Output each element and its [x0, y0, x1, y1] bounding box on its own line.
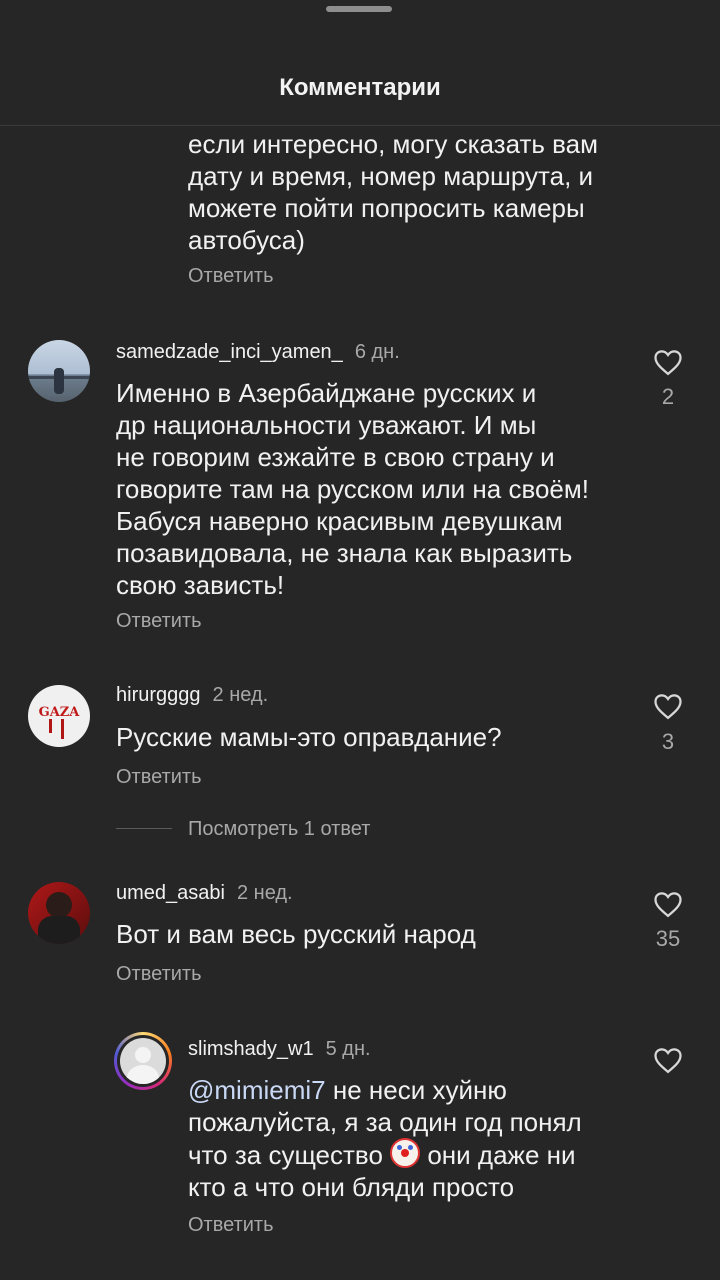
comment-header: samedzade_inci_yamen_ 6 дн. — [116, 341, 400, 364]
comment-header: hirurgggg 2 нед. — [116, 684, 268, 707]
comment-line: пожалуйста, я за один год понял — [188, 1107, 582, 1137]
avatar[interactable] — [28, 882, 90, 944]
username[interactable]: slimshady_w1 — [188, 1038, 314, 1060]
heart-outline-icon[interactable] — [653, 692, 683, 720]
comment-line: можете пойти попросить камеры — [188, 193, 585, 223]
comment-line: говорите там на русском или на своём! — [116, 474, 589, 504]
comment-line: если интересно, могу сказать вам — [188, 129, 599, 159]
reply-button[interactable]: Ответить — [188, 265, 274, 288]
timestamp: 2 нед. — [212, 684, 269, 706]
heart-outline-icon[interactable] — [653, 348, 683, 376]
comment-header: umed_asabi 2 нед. — [116, 882, 293, 905]
heart-outline-icon[interactable] — [653, 890, 683, 918]
reply-button[interactable]: Ответить — [116, 766, 202, 789]
like-count: 3 — [661, 729, 675, 754]
comment-text-fragment: что за существо — [188, 1140, 391, 1170]
avatar-head — [46, 892, 72, 918]
story-ring-avatar[interactable] — [114, 1032, 172, 1090]
comment-line: свою зависть! — [116, 570, 285, 600]
comment-line: не говорим езжайте в свою страну и — [116, 442, 555, 472]
clown-emoji-icon — [390, 1138, 421, 1168]
comment-text: @mimiemi7 не неси хуйню пожалуйста, я за… — [188, 1074, 582, 1203]
timestamp: 5 дн. — [325, 1038, 371, 1060]
username[interactable]: samedzade_inci_yamen_ — [116, 341, 343, 363]
comment-text: если интересно, могу сказать вам дату и … — [188, 128, 598, 256]
page-title: Комментарии — [279, 74, 441, 101]
comment-line: Бабуся наверно красивым девушкам — [116, 506, 563, 536]
comment-line: позавидовала, не знала как выразить — [116, 538, 573, 568]
reply-button[interactable]: Ответить — [188, 1214, 274, 1237]
comment-line: др национальности уважают. И мы — [116, 410, 537, 440]
comment-text: Именно в Азербайджане русских и др нацио… — [116, 377, 589, 601]
reply-button[interactable]: Ответить — [116, 963, 202, 986]
avatar[interactable] — [28, 340, 90, 402]
username[interactable]: hirurgggg — [116, 684, 201, 706]
heart-outline-icon[interactable] — [653, 1046, 683, 1074]
comment-line: Вот и вам весь русский народ — [116, 919, 476, 949]
comment-text: Вот и вам весь русский народ — [116, 918, 476, 950]
username[interactable]: umed_asabi — [116, 882, 225, 904]
comment-line: дату и время, номер маршрута, и — [188, 161, 594, 191]
avatar-drip — [61, 719, 64, 739]
header-divider — [0, 125, 720, 126]
drag-handle[interactable] — [326, 6, 392, 12]
mention-link[interactable]: @mimiemi7 — [188, 1075, 326, 1105]
comment-text-fragment: они даже ни — [420, 1140, 576, 1170]
avatar[interactable]: GAZA — [28, 685, 90, 747]
reply-button[interactable]: Ответить — [116, 610, 202, 633]
comment-line: что за существо они даже ни — [188, 1138, 582, 1171]
avatar-logo-text: GAZA — [38, 705, 80, 720]
view-replies-button[interactable]: Посмотреть 1 ответ — [188, 818, 370, 841]
like-count: 35 — [655, 926, 681, 951]
avatar-person — [54, 368, 64, 394]
comment-line: Именно в Азербайджане русских и — [116, 378, 537, 408]
comment-header: slimshady_w1 5 дн. — [188, 1038, 371, 1061]
timestamp: 6 дн. — [354, 341, 400, 363]
timestamp: 2 нед. — [236, 882, 293, 904]
comment-line: кто а что они бляди просто — [188, 1172, 515, 1202]
avatar — [117, 1035, 169, 1087]
default-avatar-icon — [120, 1038, 166, 1084]
avatar-body — [38, 916, 80, 944]
comment-text: Русские мамы-это оправдание? — [116, 721, 502, 753]
like-count: 2 — [661, 384, 675, 409]
comment-line: автобуса) — [188, 225, 305, 255]
comment-text-fragment: не неси хуйню — [325, 1075, 507, 1105]
avatar-drip — [49, 719, 52, 733]
comment-line: Русские мамы-это оправдание? — [116, 722, 502, 752]
comment-line: @mimiemi7 не неси хуйню — [188, 1074, 582, 1106]
view-replies-line — [116, 828, 172, 829]
